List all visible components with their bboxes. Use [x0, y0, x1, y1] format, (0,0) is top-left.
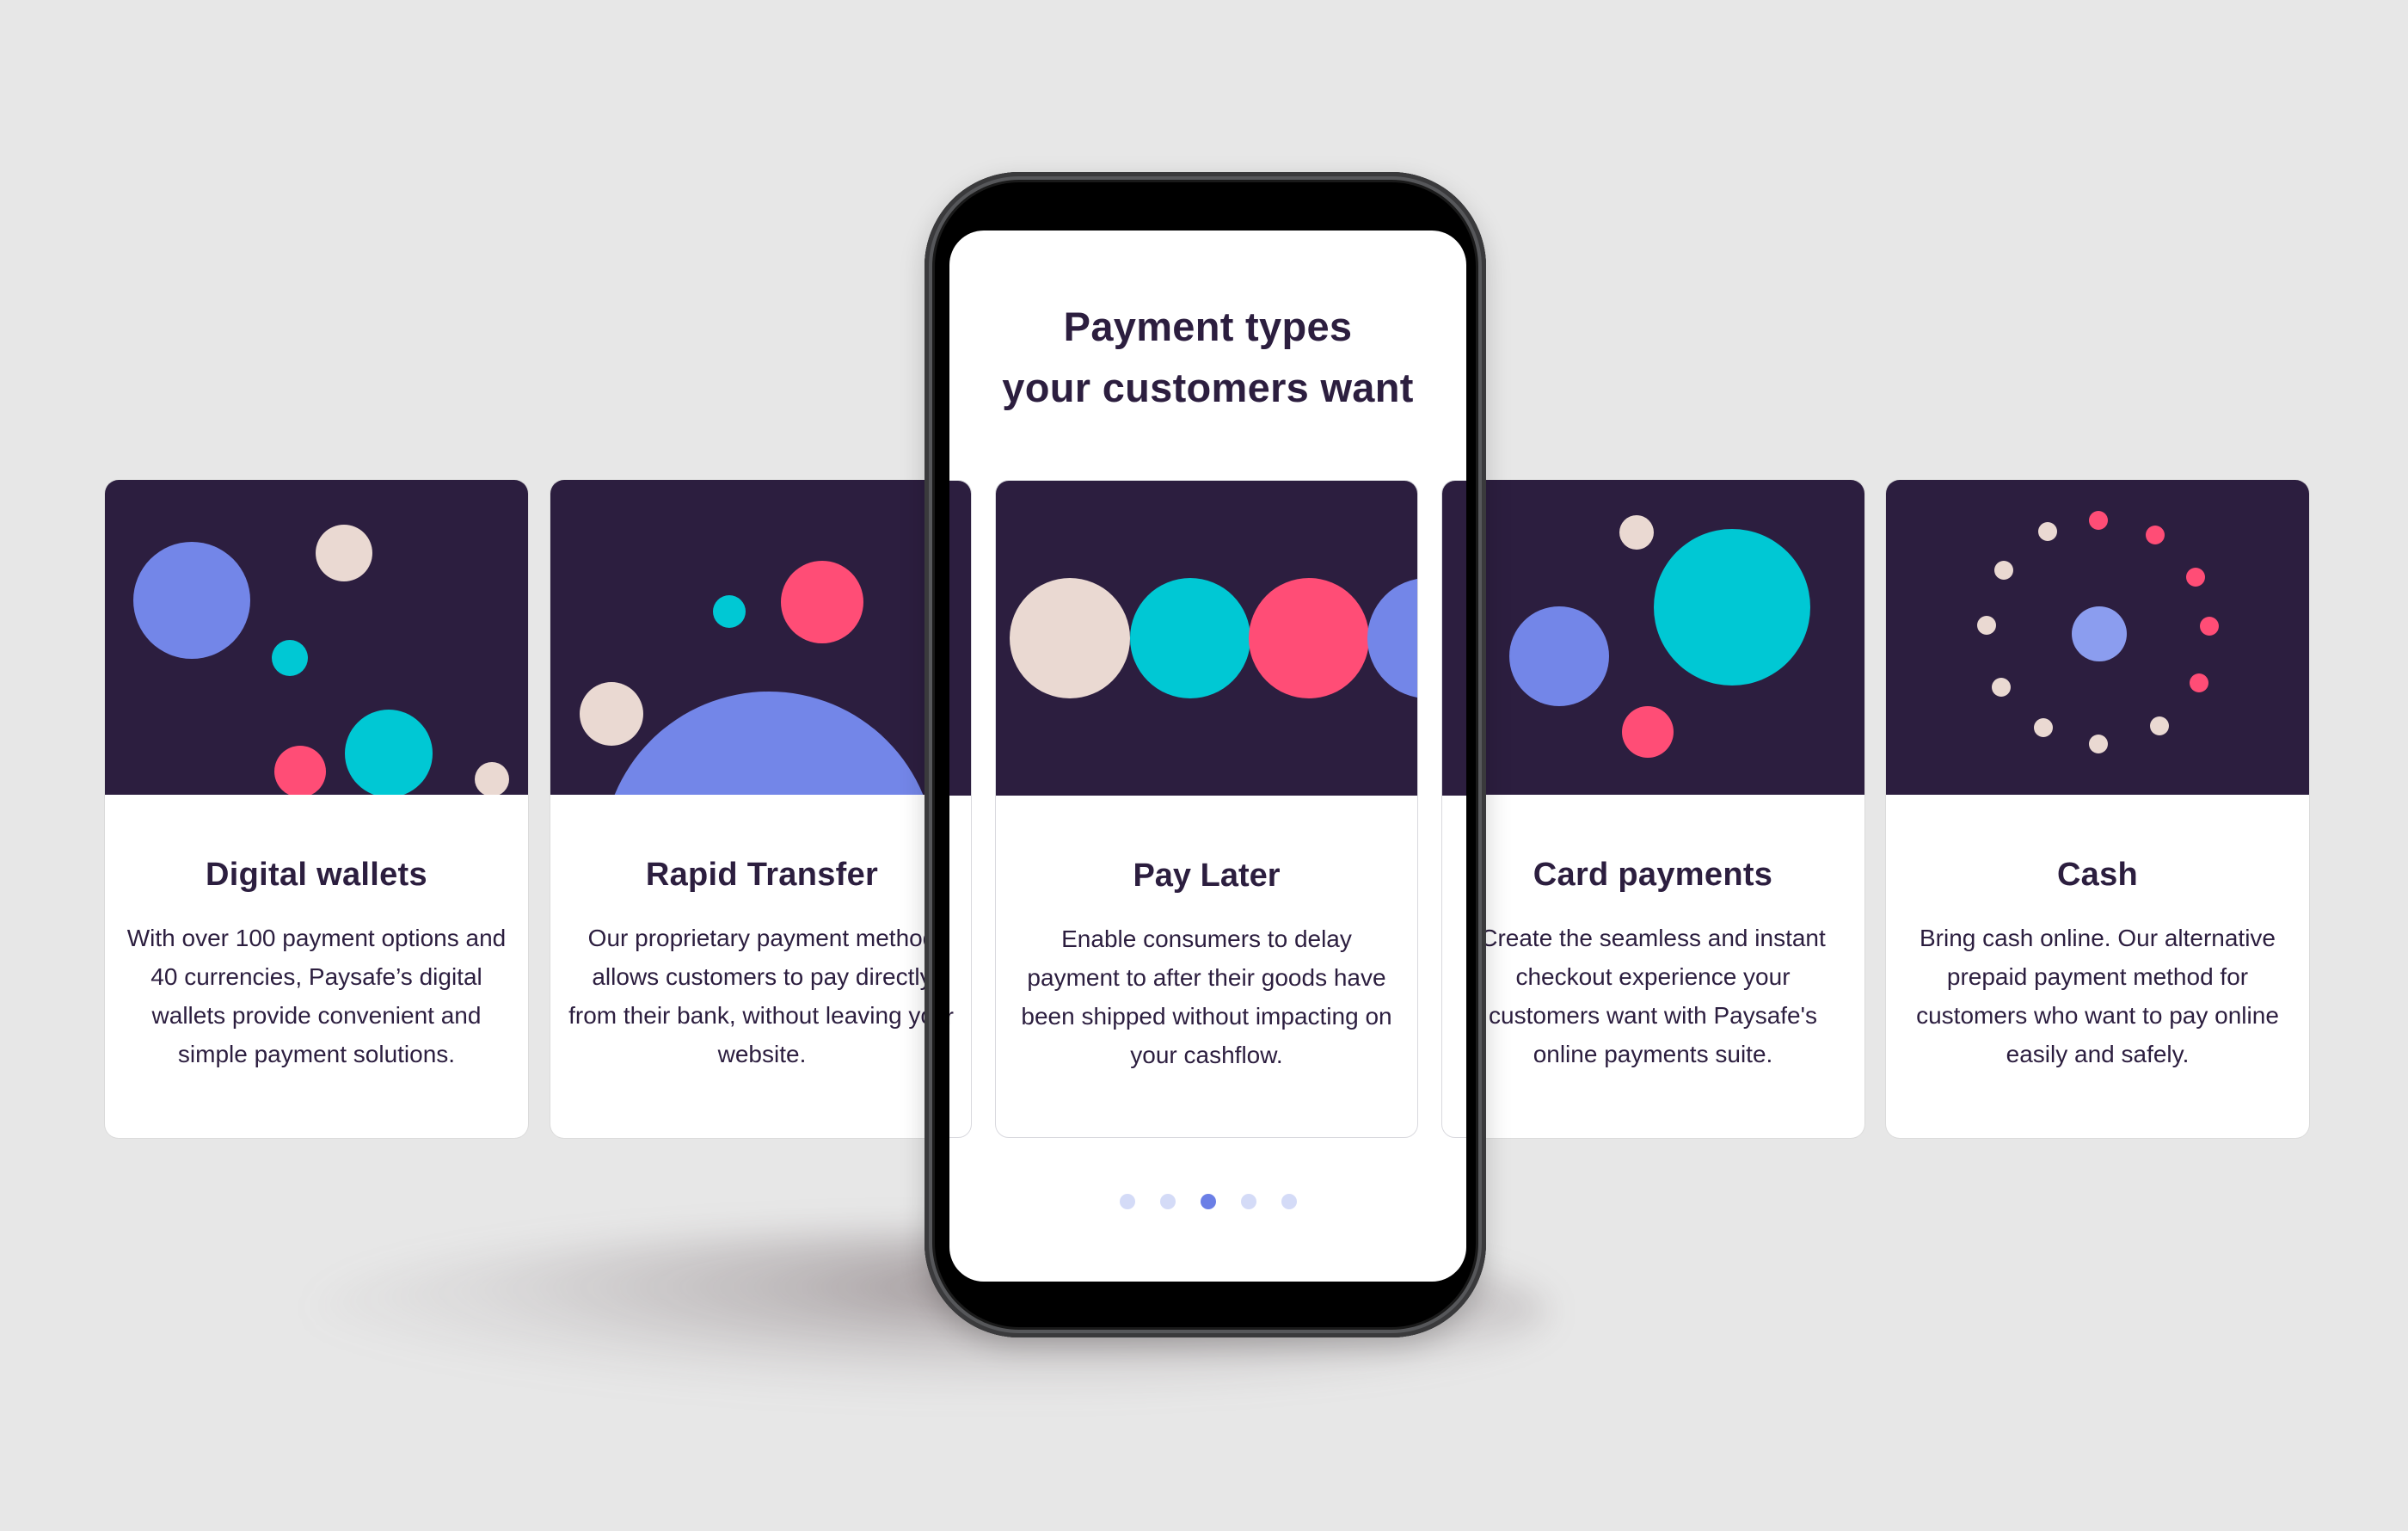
carousel-pagination [949, 1194, 1466, 1209]
digital-wallets-illustration [105, 480, 528, 795]
card-title: Rapid Transfer [645, 857, 879, 893]
cluster-graphic [1509, 515, 1810, 758]
pay-later-illustration [996, 481, 1417, 796]
bubble [274, 746, 326, 795]
ring-graphic [1977, 511, 2219, 753]
phone-screen: Payment types your customers want Rapid … [949, 231, 1466, 1282]
bubble [1130, 578, 1250, 698]
card-description: Our proprietary payment method allows cu… [949, 919, 954, 1074]
card-description: Enable consumers to delay payment to aft… [1021, 925, 1392, 1068]
pagination-dot-1[interactable] [1119, 1194, 1135, 1209]
semicircle-graphic [949, 481, 972, 796]
card-title: Card payments [1533, 857, 1773, 893]
bubble [1367, 579, 1417, 698]
pagination-dot-3[interactable] [1200, 1194, 1216, 1209]
ring-dot [1992, 678, 2011, 697]
ring-dot [1994, 561, 2013, 580]
bubble [345, 710, 433, 795]
cash-illustration [1886, 480, 2309, 795]
half-circle [614, 692, 924, 795]
card-description: Create the seamless and instant checkout… [1480, 925, 1826, 1067]
pagination-dot-4[interactable] [1240, 1194, 1256, 1209]
card-title: Digital wallets [206, 857, 427, 893]
ring-dot [2034, 718, 2053, 737]
phone-mockup: Payment types your customers want Rapid … [924, 172, 1486, 1337]
ring-dot [2186, 568, 2205, 587]
bubble [133, 542, 250, 659]
headline-line-2: your customers want [1002, 365, 1414, 410]
card-title: Cash [2056, 857, 2139, 893]
card-card-payments[interactable]: Card payments Create the seamless and in… [1441, 480, 1864, 1138]
ring-dot [2038, 522, 2057, 541]
card-title: Rapid Transfer [949, 858, 971, 895]
bubbles-graphic [133, 525, 509, 795]
ring-dot [2200, 617, 2219, 636]
bubble [781, 561, 863, 643]
ring-dot [2150, 716, 2169, 735]
ring-dot [2089, 735, 2108, 753]
carousel-card-active[interactable]: Pay Later Enable consumers to delay paym… [995, 480, 1418, 1138]
page-headline: Payment types your customers want [949, 296, 1466, 418]
bubble [1509, 606, 1609, 706]
card-cash[interactable]: Cash Bring cash online. Our alternative … [1886, 480, 2309, 1138]
card-digital-wallets[interactable]: Digital wallets With over 100 payment op… [105, 480, 528, 1138]
bubble [272, 640, 308, 676]
bubble [1654, 529, 1810, 686]
bubble [316, 525, 372, 581]
bubble [1249, 578, 1369, 698]
ring-dot [2146, 526, 2165, 544]
card-title: Pay Later [1133, 858, 1281, 894]
headline-line-1: Payment types [1063, 304, 1353, 349]
ring-dot [2089, 511, 2108, 530]
card-rapid-transfer[interactable]: Rapid Transfer Our proprietary payment m… [550, 480, 974, 1138]
card-description: Bring cash online. Our alternative prepa… [1916, 925, 2279, 1067]
bubble [1010, 578, 1130, 698]
ring-dot [1977, 616, 1996, 635]
semicircle-graphic [580, 561, 924, 795]
pagination-dot-2[interactable] [1159, 1194, 1176, 1209]
card-description: Our proprietary payment method allows cu… [568, 925, 955, 1067]
card-description: With over 100 payment options and 40 cur… [126, 925, 507, 1067]
row-circles-graphic [1010, 578, 1417, 698]
bubble [580, 682, 643, 746]
center-dot [2072, 606, 2127, 661]
bubble [475, 762, 509, 795]
rapid-transfer-illustration [550, 480, 974, 795]
card-payments-illustration [1441, 480, 1864, 795]
bubble [1622, 706, 1674, 758]
carousel-card-next[interactable] [1441, 480, 1466, 1138]
pagination-dot-5[interactable] [1281, 1194, 1297, 1209]
carousel-card-previous[interactable]: Rapid Transfer Our proprietary payment m… [949, 480, 972, 1138]
rapid-transfer-illustration [949, 481, 971, 796]
ring-dot [2190, 673, 2208, 692]
card-payments-illustration [1442, 481, 1466, 796]
bubble [713, 595, 746, 628]
bubble [1619, 515, 1654, 550]
